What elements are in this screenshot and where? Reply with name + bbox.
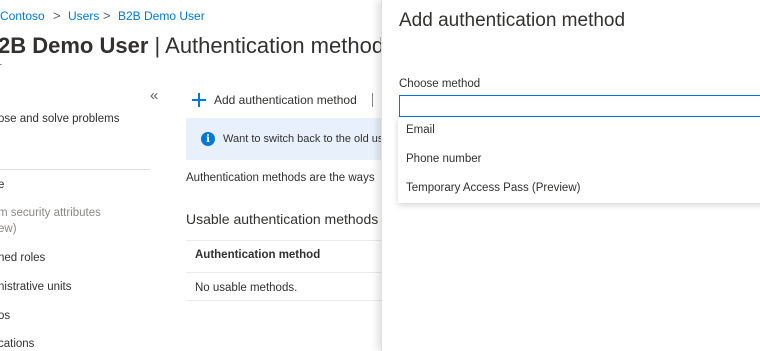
usable-methods-heading: Usable authentication methods [186, 211, 379, 227]
breadcrumb-b2b-demo-user[interactable]: B2B Demo User [118, 9, 205, 23]
table-divider [186, 240, 386, 241]
nav-item-assigned-roles[interactable]: ned roles [0, 252, 45, 264]
table-divider [186, 300, 386, 301]
table-empty-message: No usable methods. [195, 282, 298, 294]
add-authentication-method-label: Add authentication method [214, 93, 357, 107]
choose-method-label: Choose method [399, 78, 481, 90]
nav-item-custom-security-attributes-preview[interactable]: ew) [0, 223, 17, 235]
nav-item-custom-security-attributes[interactable]: m security attributes [0, 207, 101, 219]
breadcrumb-contoso[interactable]: Contoso [0, 9, 45, 23]
method-options-list: Email Phone number Temporary Access Pass… [398, 117, 760, 203]
add-authentication-method-panel: Add authentication method Choose method … [381, 0, 760, 351]
table-divider [186, 272, 386, 273]
info-banner[interactable]: i Want to switch back to the old us [186, 118, 386, 160]
breadcrumb-separator: > [53, 8, 61, 23]
description-text: Authentication methods are the ways [186, 172, 375, 184]
nav-item-applications[interactable]: cations [0, 338, 34, 350]
option-phone-number[interactable]: Phone number [406, 153, 481, 165]
nav-item-groups[interactable]: os [0, 310, 10, 322]
collapse-nav-icon[interactable]: « [150, 87, 158, 104]
command-separator [372, 93, 373, 107]
page-title-section: Authentication methods [165, 33, 396, 58]
breadcrumb-separator: > [103, 8, 111, 23]
plus-icon [192, 93, 206, 107]
option-email[interactable]: Email [406, 124, 435, 136]
nav-item-profile[interactable]: e [0, 179, 4, 191]
breadcrumb-users[interactable]: Users [68, 9, 99, 23]
page-title: 2B Demo User | Authentication methods [0, 33, 395, 59]
info-icon: i [201, 132, 215, 146]
choose-method-dropdown[interactable] [399, 95, 760, 117]
nav-item-diagnose[interactable]: ose and solve problems [0, 113, 119, 125]
page-title-user: 2B Demo User [0, 33, 149, 58]
info-banner-text: Want to switch back to the old us [223, 133, 384, 145]
page-title-separator: | [154, 33, 161, 58]
nav-item-administrative-units[interactable]: nistrative units [0, 281, 72, 293]
table-column-header[interactable]: Authentication method [195, 249, 320, 261]
page-subtitle: r [0, 61, 2, 73]
option-temporary-access-pass[interactable]: Temporary Access Pass (Preview) [406, 182, 580, 194]
add-authentication-method-button[interactable]: Add authentication method [192, 90, 357, 110]
nav-divider [0, 169, 150, 170]
panel-title: Add authentication method [399, 10, 626, 31]
